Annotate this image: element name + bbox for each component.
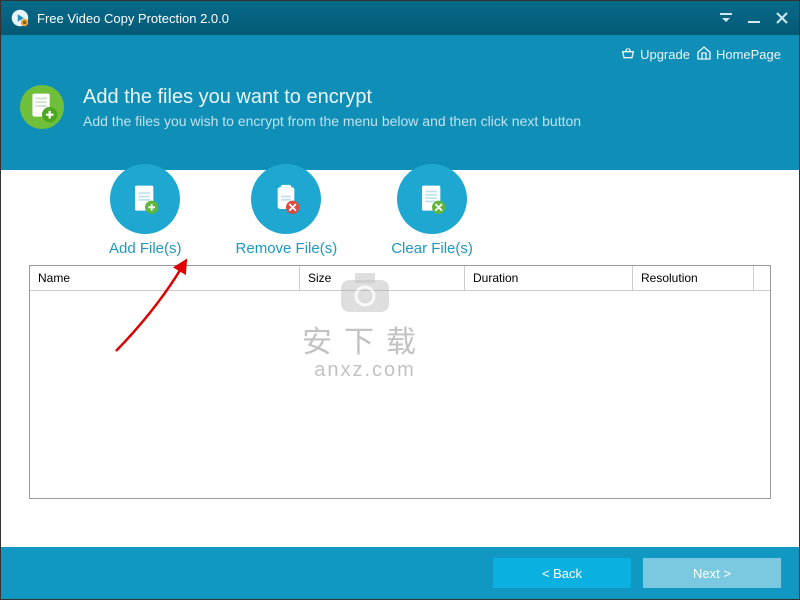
page-title: Add the files you want to encrypt xyxy=(83,86,581,109)
homepage-label: HomePage xyxy=(716,47,781,62)
homepage-link[interactable]: HomePage xyxy=(696,45,781,64)
clear-files-label: Clear File(s) xyxy=(391,240,473,257)
file-toolbar: Add File(s) Remove File(s) Clear File(s) xyxy=(29,164,771,265)
dropdown-icon[interactable] xyxy=(719,11,733,25)
upgrade-label: Upgrade xyxy=(640,47,690,62)
app-icon xyxy=(11,9,29,27)
table-header: Name Size Duration Resolution xyxy=(30,266,770,291)
encrypt-header-icon xyxy=(19,84,65,130)
home-icon xyxy=(696,45,712,64)
next-button[interactable]: Next > xyxy=(643,558,781,588)
add-files-button[interactable]: Add File(s) xyxy=(109,164,182,257)
header: Upgrade HomePage Add the files you want … xyxy=(1,35,799,170)
page-subtitle: Add the files you wish to encrypt from t… xyxy=(83,113,581,129)
file-table: Name Size Duration Resolution xyxy=(29,265,771,499)
titlebar: Free Video Copy Protection 2.0.0 xyxy=(1,1,799,35)
table-body[interactable] xyxy=(30,291,770,498)
col-spacer xyxy=(754,266,770,291)
col-resolution[interactable]: Resolution xyxy=(633,266,754,291)
footer: < Back Next > xyxy=(1,547,799,599)
add-files-label: Add File(s) xyxy=(109,240,182,257)
remove-files-label: Remove File(s) xyxy=(236,240,338,257)
col-size[interactable]: Size xyxy=(300,266,465,291)
upgrade-link[interactable]: Upgrade xyxy=(620,45,690,64)
close-icon[interactable] xyxy=(775,11,789,25)
col-name[interactable]: Name xyxy=(30,266,300,291)
remove-files-button[interactable]: Remove File(s) xyxy=(236,164,338,257)
back-button[interactable]: < Back xyxy=(493,558,631,588)
main-panel: Add File(s) Remove File(s) Clear File(s)… xyxy=(1,170,799,547)
app-title: Free Video Copy Protection 2.0.0 xyxy=(37,11,229,26)
clear-files-button[interactable]: Clear File(s) xyxy=(391,164,473,257)
basket-icon xyxy=(620,45,636,64)
col-duration[interactable]: Duration xyxy=(465,266,633,291)
minimize-icon[interactable] xyxy=(747,11,761,25)
